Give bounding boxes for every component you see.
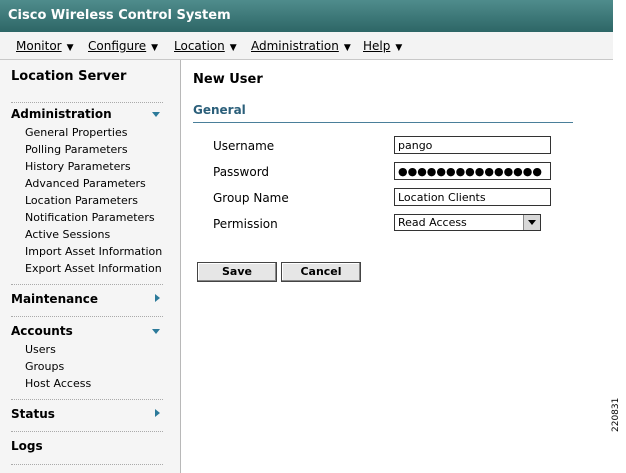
username-label: Username (213, 139, 275, 153)
password-input[interactable] (394, 162, 551, 180)
chevron-down-icon: ▼ (343, 43, 351, 53)
password-label: Password (213, 165, 270, 179)
sidebar-header-accounts[interactable]: Accounts (11, 324, 73, 338)
expand-arrow-icon[interactable] (152, 112, 160, 117)
sidebar-item-advanced-parameters[interactable]: Advanced Parameters (25, 177, 146, 190)
collapse-arrow-icon[interactable] (155, 409, 160, 417)
cancel-button[interactable]: Cancel (281, 262, 361, 282)
chevron-down-icon: ▼ (229, 43, 237, 53)
app-title: Cisco Wireless Control System (8, 8, 231, 23)
permission-select[interactable]: Read Access (394, 214, 541, 231)
sidebar-header-maintenance[interactable]: Maintenance (11, 292, 98, 306)
username-input[interactable] (394, 136, 551, 154)
group-name-label: Group Name (213, 191, 289, 205)
group-name-input[interactable] (394, 188, 551, 206)
divider (11, 464, 163, 465)
menu-location[interactable]: Location ▼ (174, 39, 237, 53)
menu-monitor[interactable]: Monitor ▼ (16, 39, 74, 53)
permission-selected-value: Read Access (398, 216, 467, 229)
chevron-down-icon: ▼ (66, 43, 74, 53)
sidebar-header-administration[interactable]: Administration (11, 107, 112, 121)
sidebar-item-general-properties[interactable]: General Properties (25, 126, 127, 139)
dropdown-arrow-icon[interactable] (523, 215, 540, 230)
save-button[interactable]: Save (197, 262, 277, 282)
sidebar-item-active-sessions[interactable]: Active Sessions (25, 228, 110, 241)
sidebar: Location Server Administration General P… (0, 60, 181, 473)
divider (11, 284, 163, 285)
divider (11, 102, 163, 103)
chevron-down-icon: ▼ (151, 43, 159, 53)
sidebar-item-export-asset-information[interactable]: Export Asset Information (25, 262, 162, 275)
page-title: New User (193, 72, 263, 87)
section-divider (193, 122, 573, 123)
collapse-arrow-icon[interactable] (155, 294, 160, 302)
divider (11, 431, 163, 432)
sidebar-item-history-parameters[interactable]: History Parameters (25, 160, 131, 173)
section-title: General (193, 103, 246, 117)
sidebar-item-users[interactable]: Users (25, 343, 56, 356)
sidebar-item-polling-parameters[interactable]: Polling Parameters (25, 143, 128, 156)
expand-arrow-icon[interactable] (152, 329, 160, 334)
sidebar-header-status[interactable]: Status (11, 407, 55, 421)
divider (11, 399, 163, 400)
menu-configure[interactable]: Configure ▼ (88, 39, 158, 53)
sidebar-item-import-asset-information[interactable]: Import Asset Information (25, 245, 162, 258)
sidebar-item-notification-parameters[interactable]: Notification Parameters (25, 211, 155, 224)
menu-help[interactable]: Help ▼ (363, 39, 402, 53)
chevron-down-icon: ▼ (395, 43, 403, 53)
figure-id: 220831 (611, 397, 621, 432)
app-title-bar: Cisco Wireless Control System (0, 0, 613, 32)
sidebar-title: Location Server (11, 69, 127, 84)
sidebar-item-groups[interactable]: Groups (25, 360, 64, 373)
menu-administration[interactable]: Administration ▼ (251, 39, 351, 53)
sidebar-header-logs[interactable]: Logs (11, 439, 43, 453)
sidebar-item-location-parameters[interactable]: Location Parameters (25, 194, 138, 207)
divider (11, 316, 163, 317)
sidebar-item-host-access[interactable]: Host Access (25, 377, 91, 390)
menu-bar: Monitor ▼ Configure ▼ Location ▼ Administra… (0, 32, 613, 60)
permission-label: Permission (213, 217, 278, 231)
